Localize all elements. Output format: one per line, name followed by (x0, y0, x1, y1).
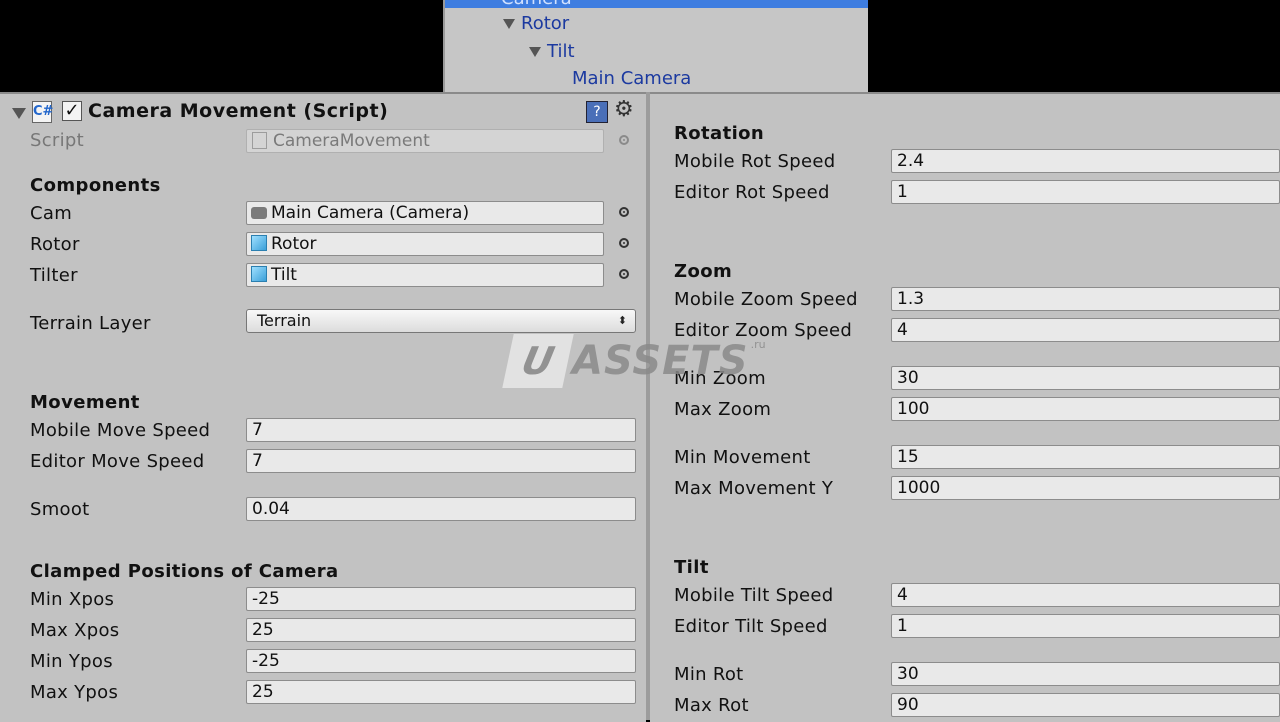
min-movement-input[interactable]: 15 (891, 445, 1280, 469)
csharp-script-icon: C# (32, 101, 53, 123)
mobile-tilt-speed-input[interactable]: 4 (891, 583, 1280, 607)
smoot-label: Smoot (30, 499, 90, 520)
help-book-icon[interactable]: ? (586, 101, 608, 123)
component-header[interactable]: C# ✓ Camera Movement (Script) ? ⚙ (0, 94, 646, 130)
max-xpos-label: Max Xpos (30, 620, 120, 641)
editor-rot-speed-input[interactable]: 1 (891, 180, 1280, 204)
movement-header: Movement (30, 392, 140, 413)
terrain-layer-dropdown[interactable]: Terrain ⬍ (246, 309, 636, 333)
components-header: Components (30, 175, 161, 196)
script-label: Script (30, 130, 85, 151)
hierarchy-item-rotor[interactable]: Rotor (503, 13, 569, 34)
max-xpos-input[interactable]: 25 (246, 618, 636, 642)
rotor-label: Rotor (30, 234, 80, 255)
gameobject-cube-icon (251, 235, 267, 251)
hierarchy-item-label: Main Camera (572, 68, 692, 89)
watermark-u-logo: U (502, 334, 574, 388)
hierarchy-item-main-camera[interactable]: Main Camera (572, 68, 691, 89)
hierarchy-item-selected-label: Camera (501, 0, 572, 9)
zoom-header: Zoom (674, 261, 733, 282)
uassets-watermark: U ASSETS .ru (502, 334, 766, 388)
mobile-tilt-speed-label: Mobile Tilt Speed (674, 585, 834, 606)
min-movement-label: Min Movement (674, 447, 811, 468)
min-rot-label: Min Rot (674, 664, 744, 685)
object-picker-icon[interactable] (619, 269, 629, 279)
mobile-move-speed-label: Mobile Move Speed (30, 420, 211, 441)
object-picker-icon[interactable] (619, 238, 629, 248)
tilter-label: Tilter (30, 265, 78, 286)
max-movement-y-input[interactable]: 1000 (891, 476, 1280, 500)
cam-label: Cam (30, 203, 73, 224)
max-ypos-label: Max Ypos (30, 682, 119, 703)
min-zoom-input[interactable]: 30 (891, 366, 1280, 390)
object-picker-icon[interactable] (619, 207, 629, 217)
inspector-right-panel: Rotation Mobile Rot Speed 2.4 Editor Rot… (650, 92, 1280, 722)
max-rot-input[interactable]: 90 (891, 693, 1280, 717)
mobile-move-speed-input[interactable]: 7 (246, 418, 636, 442)
script-field-value: CameraMovement (273, 131, 430, 151)
hierarchy-item-label: Rotor (521, 13, 570, 34)
min-xpos-label: Min Xpos (30, 589, 115, 610)
script-field[interactable]: CameraMovement (246, 129, 604, 153)
smoot-input[interactable]: 0.04 (246, 497, 636, 521)
gear-icon[interactable]: ⚙ (614, 97, 634, 122)
hierarchy-item-selected[interactable]: Camera (445, 0, 868, 9)
rotation-header: Rotation (674, 123, 765, 144)
terrain-layer-value: Terrain (257, 311, 312, 330)
min-xpos-input[interactable]: -25 (246, 587, 636, 611)
camera-icon (251, 207, 267, 219)
cam-field-value: Main Camera (Camera) (271, 203, 470, 223)
editor-tilt-speed-label: Editor Tilt Speed (674, 616, 828, 637)
clamped-positions-header: Clamped Positions of Camera (30, 561, 339, 582)
min-ypos-input[interactable]: -25 (246, 649, 636, 673)
expand-triangle-icon[interactable] (503, 18, 515, 29)
hierarchy-panel: Camera Rotor Tilt Main Camera (443, 0, 868, 92)
max-ypos-input[interactable]: 25 (246, 680, 636, 704)
max-zoom-label: Max Zoom (674, 399, 772, 420)
hierarchy-item-label: Tilt (547, 41, 575, 62)
max-rot-label: Max Rot (674, 695, 749, 716)
mobile-rot-speed-label: Mobile Rot Speed (674, 151, 836, 172)
expand-triangle-icon[interactable] (529, 46, 541, 57)
max-zoom-input[interactable]: 100 (891, 397, 1280, 421)
max-movement-y-label: Max Movement Y (674, 478, 834, 499)
rotor-field[interactable]: Rotor (246, 232, 604, 256)
editor-tilt-speed-input[interactable]: 1 (891, 614, 1280, 638)
editor-rot-speed-label: Editor Rot Speed (674, 182, 830, 203)
terrain-layer-label: Terrain Layer (30, 313, 151, 334)
tilter-field[interactable]: Tilt (246, 263, 604, 287)
object-picker-icon[interactable] (619, 135, 629, 145)
inspector-left-panel: C# ✓ Camera Movement (Script) ? ⚙ Script… (0, 92, 646, 722)
component-title: Camera Movement (Script) (88, 100, 389, 122)
mobile-rot-speed-input[interactable]: 2.4 (891, 149, 1280, 173)
mobile-zoom-speed-input[interactable]: 1.3 (891, 287, 1280, 311)
watermark-suffix: .ru (750, 338, 766, 351)
hierarchy-item-tilt[interactable]: Tilt (529, 41, 575, 62)
dropdown-arrow-icon: ⬍ (617, 314, 627, 327)
cam-field[interactable]: Main Camera (Camera) (246, 201, 604, 225)
editor-move-speed-input[interactable]: 7 (246, 449, 636, 473)
mobile-zoom-speed-label: Mobile Zoom Speed (674, 289, 858, 310)
editor-move-speed-label: Editor Move Speed (30, 451, 205, 472)
min-ypos-label: Min Ypos (30, 651, 113, 672)
gameobject-cube-icon (251, 266, 267, 282)
script-file-icon (252, 132, 267, 149)
rotor-field-value: Rotor (271, 234, 317, 254)
editor-zoom-speed-input[interactable]: 4 (891, 318, 1280, 342)
fold-triangle-icon[interactable] (12, 108, 26, 119)
watermark-text: ASSETS (572, 338, 749, 384)
tilt-header: Tilt (674, 557, 709, 578)
component-enabled-checkbox[interactable]: ✓ (62, 101, 82, 121)
min-rot-input[interactable]: 30 (891, 662, 1280, 686)
tilter-field-value: Tilt (271, 265, 297, 285)
